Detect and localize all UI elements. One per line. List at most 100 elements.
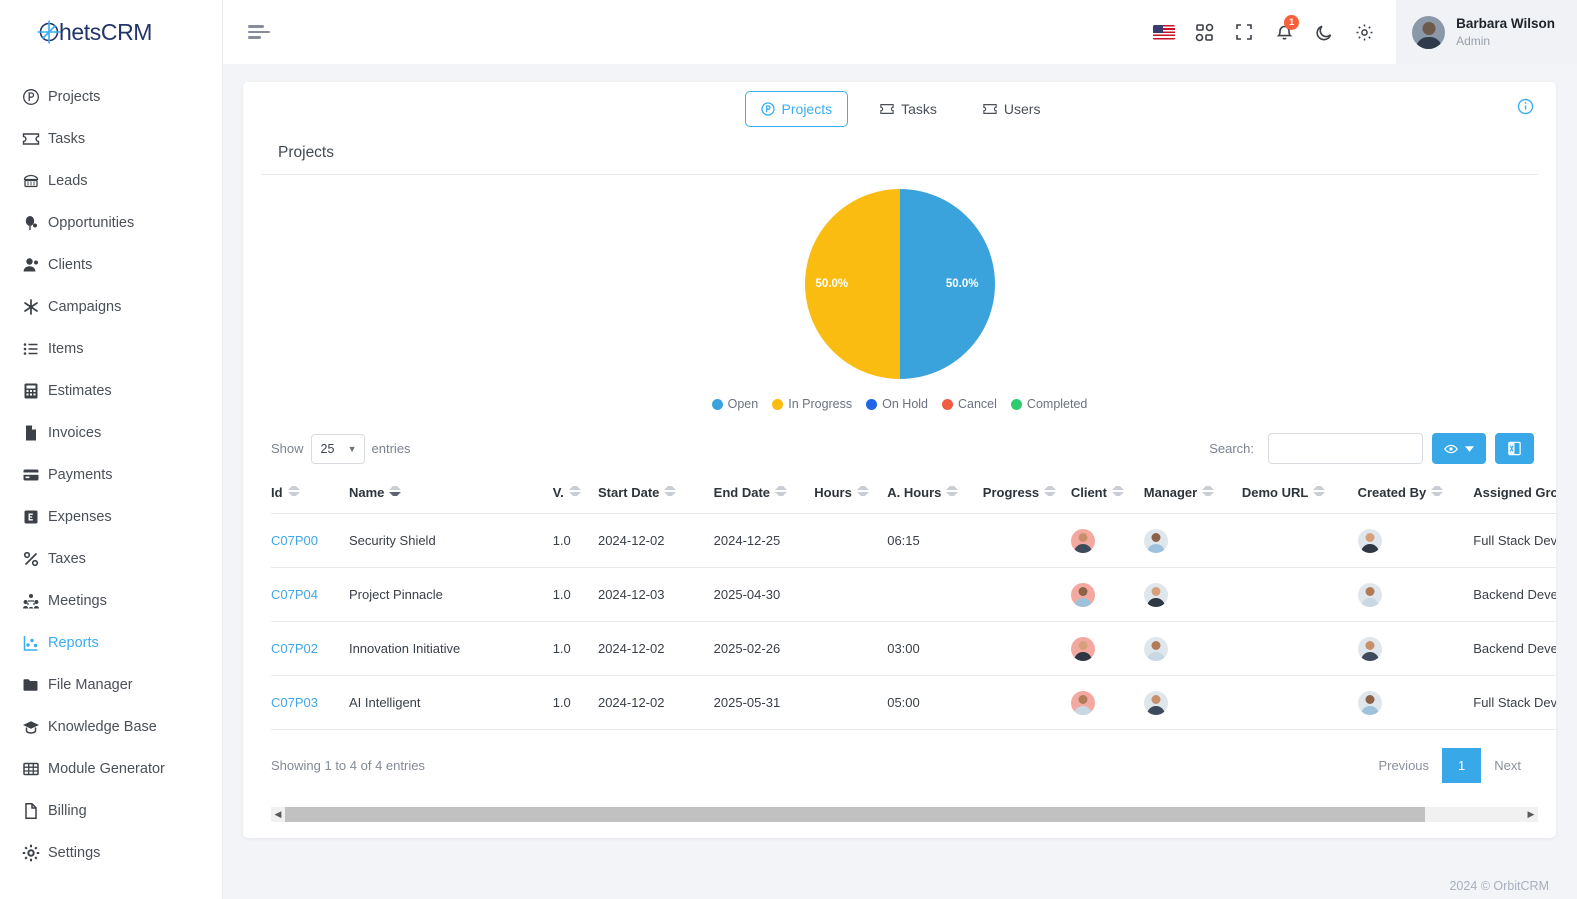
tab-users[interactable]: Users [969, 93, 1055, 125]
pagination-previous[interactable]: Previous [1365, 750, 1442, 781]
apps-grid-icon[interactable] [1184, 12, 1224, 52]
column-visibility-button[interactable] [1432, 433, 1486, 464]
cell-progress [982, 621, 1071, 676]
sidebar-item-billing[interactable]: Billing [0, 790, 222, 832]
sidebar-item-projects[interactable]: Projects [0, 76, 222, 118]
search-input[interactable] [1268, 433, 1423, 464]
circle-p-icon [22, 88, 48, 106]
pie-graphic[interactable]: 50.0% 50.0% [804, 189, 995, 379]
cell-id[interactable]: C07P03 [271, 675, 349, 730]
column-header-end-date[interactable]: End Date [713, 476, 815, 514]
column-header-a-hours[interactable]: A. Hours [887, 476, 983, 514]
ticket-icon [983, 104, 997, 114]
sidebar-item-clients[interactable]: Clients [0, 244, 222, 286]
project-id-link[interactable]: C07P03 [271, 695, 318, 710]
column-header-demo-url[interactable]: Demo URL [1241, 476, 1358, 514]
column-header-created-by[interactable]: Created By [1357, 476, 1474, 514]
app-logo[interactable]: hetsCRM [0, 0, 222, 64]
page-length-select[interactable]: 102550100 [310, 433, 365, 464]
sidebar-item-taxes[interactable]: Taxes [0, 538, 222, 580]
export-excel-button[interactable] [1495, 433, 1534, 464]
sidebar-item-module-generator[interactable]: Module Generator [0, 748, 222, 790]
gear-icon[interactable] [1344, 12, 1384, 52]
cell-id[interactable]: C07P02 [271, 621, 349, 676]
cell-end-date: 2025-02-26 [713, 621, 815, 676]
cell-actual-hours: 06:15 [887, 513, 983, 568]
scrollbar-thumb[interactable] [285, 807, 1425, 822]
entries-label: entries [371, 441, 411, 456]
sidebar-item-file-manager[interactable]: File Manager [0, 664, 222, 706]
project-id-link[interactable]: C07P04 [271, 587, 318, 602]
cell-end-date: 2025-04-30 [713, 567, 815, 622]
sidebar-item-campaigns[interactable]: Campaigns [0, 286, 222, 328]
avatar [1143, 528, 1168, 553]
sidebar-item-invoices[interactable]: Invoices [0, 412, 222, 454]
legend-item-in-progress[interactable]: In Progress [772, 397, 852, 411]
sidebar-item-settings[interactable]: Settings [0, 832, 222, 874]
cell-id[interactable]: C07P04 [271, 567, 349, 622]
grid-table-icon [22, 760, 48, 778]
project-id-link[interactable]: C07P00 [271, 533, 318, 548]
column-header-progress[interactable]: Progress [982, 476, 1071, 514]
search-label: Search: [1209, 441, 1254, 456]
sidebar-item-estimates[interactable]: Estimates [0, 370, 222, 412]
cell-start-date: 2024-12-03 [597, 567, 714, 622]
table-row[interactable]: C07P00 Security Shield 1.0 2024-12-02 2024-1… [271, 513, 1556, 568]
topbar-actions: 1 Barbara Wilson Admin [1144, 0, 1577, 64]
project-id-link[interactable]: C07P02 [271, 641, 318, 656]
cell-id[interactable]: C07P00 [271, 513, 349, 568]
legend-item-open[interactable]: Open [711, 397, 759, 411]
hamburger-icon[interactable] [248, 22, 274, 42]
sidebar-item-knowledge-base[interactable]: Knowledge Base [0, 706, 222, 748]
table-header-row: Id Name V. Start Date End Date Hours A. Hours P… [271, 476, 1556, 514]
cell-end-date: 2025-05-31 [713, 675, 815, 730]
cell-name: Project Pinnacle [348, 567, 553, 622]
table-row[interactable]: C07P04 Project Pinnacle 1.0 2024-12-03 2025-… [271, 567, 1556, 622]
cell-client [1070, 513, 1144, 568]
sidebar-item-expenses[interactable]: Expenses [0, 496, 222, 538]
horizontal-scrollbar[interactable]: ◀ ▶ [271, 807, 1538, 822]
legend-label: Open [727, 397, 759, 411]
bell-icon[interactable]: 1 [1264, 12, 1304, 52]
sidebar-item-label: Expenses [48, 509, 112, 525]
legend-item-completed[interactable]: Completed [1010, 397, 1087, 411]
user-profile-menu[interactable]: Barbara Wilson Admin [1396, 0, 1577, 64]
legend-item-on-hold[interactable]: On Hold [866, 397, 928, 411]
column-header-manager[interactable]: Manager [1143, 476, 1242, 514]
cell-version: 1.0 [552, 675, 598, 730]
sidebar-item-items[interactable]: Items [0, 328, 222, 370]
pagination-page-1[interactable]: 1 [1442, 748, 1482, 783]
us-flag-icon[interactable] [1144, 12, 1184, 52]
column-header-start-date[interactable]: Start Date [597, 476, 714, 514]
users-icon [22, 256, 48, 274]
table-row[interactable]: C07P03 AI Intelligent 1.0 2024-12-02 2025-05… [271, 675, 1556, 730]
cell-created-by [1357, 513, 1474, 568]
legend-item-cancel[interactable]: Cancel [942, 397, 997, 411]
sidebar-item-leads[interactable]: Leads [0, 160, 222, 202]
pagination-next[interactable]: Next [1481, 750, 1534, 781]
sidebar-item-meetings[interactable]: Meetings [0, 580, 222, 622]
column-header-client[interactable]: Client [1070, 476, 1144, 514]
info-circle-icon[interactable] [1517, 98, 1534, 120]
sort-indicator-icon [1202, 486, 1215, 496]
table-row[interactable]: C07P02 Innovation Initiative 1.0 2024-12-02… [271, 621, 1556, 676]
scroll-right-arrow[interactable]: ▶ [1524, 809, 1538, 820]
sidebar-item-payments[interactable]: Payments [0, 454, 222, 496]
sidebar-item-reports[interactable]: Reports [0, 622, 222, 664]
tab-tasks[interactable]: Tasks [866, 93, 951, 125]
column-header-assigned-group[interactable]: Assigned Group [1473, 476, 1556, 514]
column-header-v[interactable]: V. [552, 476, 598, 514]
column-header-label: Assigned Group [1473, 485, 1556, 500]
sidebar-item-opportunities[interactable]: Opportunities [0, 202, 222, 244]
cell-client [1070, 567, 1144, 622]
column-header-name[interactable]: Name [348, 476, 553, 514]
column-header-hours[interactable]: Hours [814, 476, 888, 514]
moon-icon[interactable] [1304, 12, 1344, 52]
sidebar-item-tasks[interactable]: Tasks [0, 118, 222, 160]
cell-version: 1.0 [552, 513, 598, 568]
fullscreen-icon[interactable] [1224, 12, 1264, 52]
column-header-id[interactable]: Id [271, 476, 349, 514]
scroll-left-arrow[interactable]: ◀ [271, 809, 285, 820]
tab-projects[interactable]: Projects [744, 91, 849, 127]
page-title: Projects [278, 144, 334, 161]
